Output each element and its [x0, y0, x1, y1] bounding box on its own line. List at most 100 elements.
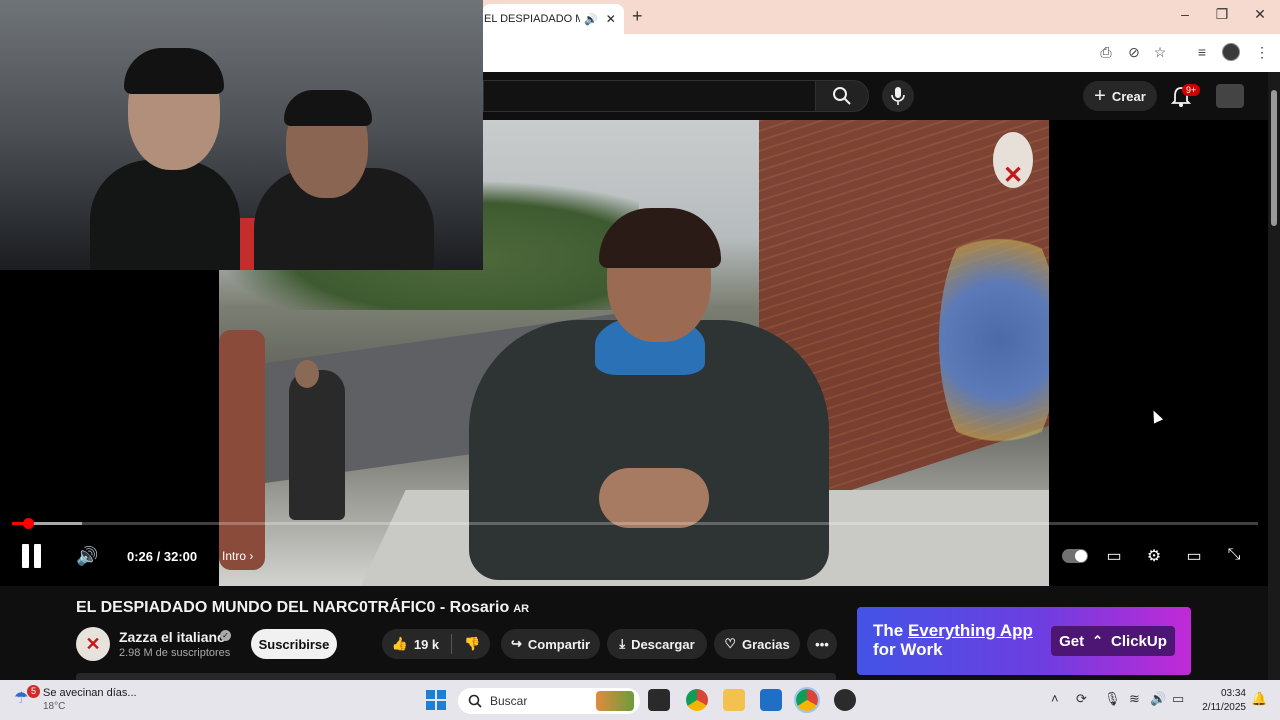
account-avatar[interactable] [1216, 84, 1244, 108]
media-queue-icon[interactable]: ≡ [1192, 44, 1212, 60]
search-icon [468, 694, 482, 708]
download-icon: ⤓ [619, 636, 626, 651]
windows-taskbar [0, 680, 1280, 720]
ad-headline: The Everything App for Work [873, 621, 1033, 659]
more-actions-button[interactable]: ••• [807, 629, 837, 659]
minimize-button[interactable]: – [1173, 6, 1197, 22]
close-window-button[interactable]: ✕ [1248, 6, 1272, 23]
scrollbar-thumb[interactable] [1271, 90, 1277, 226]
speaker-icon[interactable]: 🔊 [584, 13, 598, 26]
ad-cta-label: Get [1059, 632, 1085, 650]
store-icon[interactable] [760, 689, 782, 711]
speaker-tray-icon[interactable]: 🔊 [1150, 691, 1166, 707]
subtitles-icon[interactable]: ▭ [1103, 546, 1125, 568]
ad-brand: ClickUp [1111, 632, 1167, 650]
browser-profile-avatar[interactable] [1222, 43, 1240, 61]
weather-headline[interactable]: Se avecinan días... [43, 687, 137, 699]
task-view-icon[interactable] [648, 689, 670, 711]
battery-icon[interactable]: ▭ [1172, 691, 1184, 707]
description-box-edge[interactable] [76, 673, 836, 680]
video-child-head [295, 360, 319, 388]
taskbar-search[interactable]: Buscar [458, 688, 640, 714]
clickup-logo-icon: ⌃ [1092, 633, 1104, 648]
verified-check-icon: ✓ [220, 630, 231, 641]
plus-icon: + [1094, 84, 1106, 107]
video-person-left [219, 330, 265, 570]
chrome-active-icon[interactable] [794, 687, 820, 713]
create-label: Crear [1111, 88, 1146, 104]
new-tab-button[interactable]: + [632, 6, 650, 28]
sync-icon[interactable]: ⟳ [1076, 691, 1087, 707]
video-title-text: EL DESPIADADO MUNDO DEL NARC0TRÁFIC0 - R… [76, 599, 510, 616]
voice-search-button[interactable] [882, 80, 914, 112]
chevron-right-icon: › [249, 549, 254, 563]
file-explorer-icon[interactable] [723, 689, 745, 711]
wifi-icon[interactable]: ≋ [1129, 691, 1140, 707]
heart-dollar-icon: ♡ [724, 636, 736, 651]
channel-name[interactable]: Zazza el italiano [119, 629, 226, 645]
like-dislike-group: 👍 19 k 👎 [382, 629, 490, 659]
like-divider [451, 634, 453, 654]
search-button[interactable] [815, 80, 869, 112]
search-highlight-icon [596, 691, 634, 711]
weather-temperature: 18°C [43, 701, 66, 712]
time-display: 0:26 / 32:00 [127, 549, 198, 564]
tab-close-button[interactable]: ✕ [606, 12, 616, 26]
thanks-label: Gracias [741, 636, 790, 652]
share-button[interactable]: ↪ Compartir [501, 629, 600, 659]
share-label: Compartir [527, 636, 591, 652]
webcam-person-right-hair [284, 90, 372, 126]
ad-cta-button[interactable]: Get ⌃ ClickUp [1051, 626, 1175, 656]
address-bar[interactable] [482, 40, 1090, 66]
theater-mode-icon[interactable]: ▭ [1183, 546, 1205, 568]
video-title: EL DESPIADADO MUNDO DEL NARC0TRÁFIC0 - R… [76, 599, 529, 617]
microphone-icon [891, 87, 905, 105]
settings-gear-icon[interactable]: ⚙ [1143, 546, 1165, 568]
search-icon [833, 87, 851, 105]
pause-icon-bar [34, 544, 41, 568]
subscribe-button[interactable]: Suscribirse [251, 629, 337, 659]
download-button[interactable]: ⤓ Descargar [607, 629, 707, 659]
progress-bar[interactable] [12, 522, 1258, 525]
clock-date: 2/11/2025 [1202, 702, 1246, 713]
bookmark-star-icon[interactable]: ☆ [1150, 44, 1170, 61]
create-button[interactable]: + Crear [1083, 81, 1157, 111]
tab-title: EL DESPIADADO MUNDO DEL NARC0TRÁFIC0 [484, 13, 580, 25]
notifications-badge: 9+ [1182, 84, 1201, 96]
notification-bell-icon[interactable]: 🔔 [1251, 691, 1267, 707]
taskbar-search-placeholder: Buscar [490, 694, 528, 708]
volume-icon[interactable]: 🔊 [76, 546, 98, 566]
thumbs-up-icon[interactable]: 👍 [392, 636, 408, 652]
ad-line1-prefix: The [873, 621, 908, 640]
channel-watermark-logo[interactable]: ✕ [993, 132, 1033, 188]
youtube-search-input[interactable] [483, 80, 815, 112]
chapter-label: Intro [222, 549, 247, 563]
chrome-icon[interactable] [686, 689, 708, 711]
clock-time: 03:34 [1220, 688, 1246, 699]
fullscreen-icon[interactable]: ⤡ [1223, 546, 1245, 568]
taskbar-clock[interactable]: 03:34 2/11/2025 [1198, 687, 1246, 715]
video-woman-hands [599, 468, 709, 528]
thanks-button[interactable]: ♡ Gracias [714, 629, 800, 659]
browser-tab[interactable]: EL DESPIADADO MUNDO DEL NARC0TRÁFIC0 🔊 ✕ [482, 4, 624, 34]
chapter-button[interactable]: Intro › [222, 549, 253, 563]
ad-line2: for Work [873, 640, 943, 659]
eye-off-icon[interactable]: ⊘ [1124, 44, 1144, 61]
thumbs-down-icon[interactable]: 👎 [464, 636, 480, 652]
autoplay-toggle[interactable] [1062, 549, 1088, 563]
chevron-up-icon[interactable]: ˄ [1051, 691, 1059, 706]
browser-menu-icon[interactable]: ⋮ [1252, 44, 1272, 61]
webcam-person-left-hair [124, 48, 224, 94]
pause-icon-bar [22, 544, 29, 568]
like-count[interactable]: 19 k [414, 637, 439, 652]
channel-avatar[interactable]: ✕ [76, 627, 110, 661]
restore-button[interactable]: ❐ [1210, 6, 1234, 23]
pause-button[interactable] [22, 544, 44, 568]
weather-alert-badge: 5 [27, 685, 40, 698]
install-app-icon[interactable]: ⎙ [1096, 44, 1116, 61]
steam-icon[interactable] [834, 689, 856, 711]
windows-start-icon[interactable] [426, 690, 446, 710]
video-child [289, 370, 345, 520]
video-mural [939, 210, 1049, 470]
microphone-tray-icon[interactable]: 🎙 [1104, 691, 1121, 707]
